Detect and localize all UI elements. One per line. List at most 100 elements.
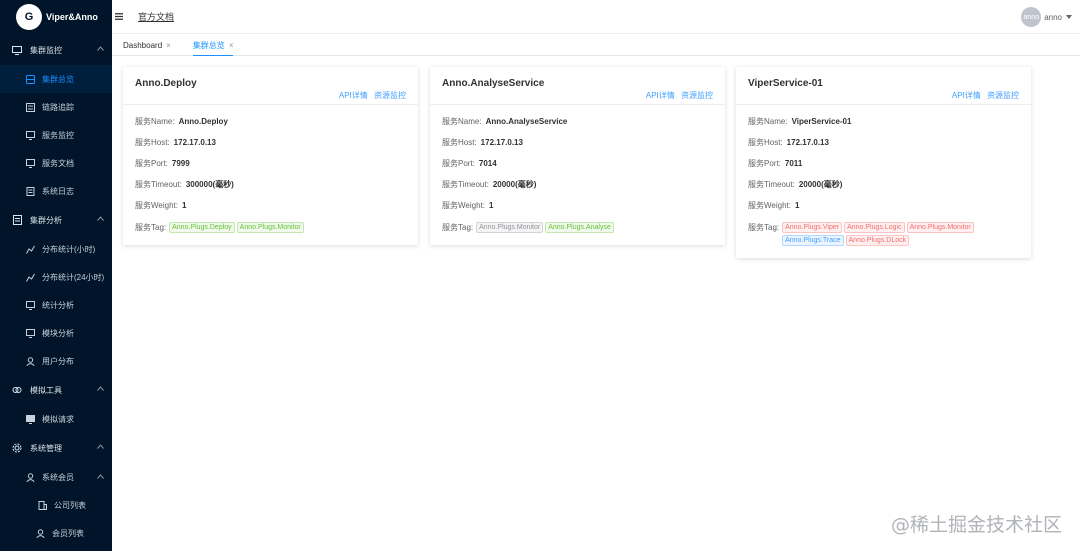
sidebar-item-label: 统计分析 <box>42 300 74 310</box>
service-tag: Anno.Plugs.Logic <box>844 222 905 233</box>
screen-icon <box>26 130 35 140</box>
sidebar-item-label: 模拟请求 <box>42 414 74 424</box>
service-tag: Anno.Plugs.Viper <box>782 222 843 233</box>
screen-icon <box>26 300 35 310</box>
field-row: 服务Host: 172.17.0.13 <box>748 132 1019 153</box>
menu-group-label: 集群监控 <box>30 45 62 55</box>
resource-monitor-link[interactable]: 资源监控 <box>374 91 406 100</box>
sidebar-item-system-log[interactable]: 系统日志 <box>0 177 112 205</box>
service-tag: Anno.Plugs.Monitor <box>236 222 304 233</box>
log-icon <box>26 186 35 196</box>
logo[interactable]: G Viper&Anno <box>0 0 112 34</box>
field-label: 服务Host: <box>442 138 477 147</box>
watermark: @稀土掘金技术社区 <box>890 514 1062 536</box>
field-label: 服务Tag: <box>442 223 474 232</box>
screen-icon <box>26 328 35 338</box>
field-label: 服务Host: <box>135 138 170 147</box>
sidebar-item-dist-24h[interactable]: 分布统计(24小时) <box>0 263 112 291</box>
official-docs-link[interactable]: 官方文档 <box>138 10 174 23</box>
sidebar-item-label: 服务监控 <box>42 130 74 140</box>
brand-name: Viper&Anno <box>46 12 98 22</box>
field-value: 1 <box>488 201 494 210</box>
field-label: 服务Tag: <box>135 223 167 232</box>
field-value: 1 <box>794 201 800 210</box>
sidebar-item-label: 公司列表 <box>54 500 86 510</box>
sidebar-item-member-list[interactable]: 会员列表 <box>0 519 112 547</box>
sidebar-item-user-dist[interactable]: 用户分布 <box>0 347 112 375</box>
field-value: Anno.Deploy <box>178 117 228 126</box>
chevron-up-icon <box>97 46 104 51</box>
chart-icon <box>26 245 35 254</box>
chevron-up-icon <box>97 444 104 449</box>
field-row: 服务Name: ViperService-01 <box>748 111 1019 132</box>
menu-group-label: 系统管理 <box>30 443 62 453</box>
tab-cluster-overview[interactable]: 集群总览 × <box>192 35 234 57</box>
field-label: 服务Weight: <box>135 201 178 210</box>
service-tag: Anno.Plugs.Monitor <box>906 222 974 233</box>
sidebar-item-sim-request[interactable]: 模拟请求 <box>0 405 112 433</box>
user-icon <box>26 472 35 482</box>
sidebar-item-service-doc[interactable]: 服务文档 <box>0 149 112 177</box>
cluster-icon <box>26 74 35 84</box>
sidebar-item-label: 链路追踪 <box>42 102 74 112</box>
sidebar-item-dist-hour[interactable]: 分布统计(小时) <box>0 235 112 263</box>
card-title: Anno.AnalyseService <box>442 78 545 89</box>
screen-icon <box>26 414 35 424</box>
field-row: 服务Host: 172.17.0.13 <box>135 132 406 153</box>
sidebar-item-label: 用户分布 <box>42 356 74 366</box>
field-value: Anno.AnalyseService <box>485 117 568 126</box>
field-value: 1 <box>181 201 187 210</box>
hamburger-icon[interactable] <box>115 13 123 20</box>
card-links: API详情 资源监控 <box>948 90 1019 101</box>
tags-row: 服务Tag: Anno.Plugs.Deploy Anno.Plugs.Moni… <box>135 216 406 233</box>
resource-monitor-link[interactable]: 资源监控 <box>681 91 713 100</box>
service-tag: Anno.Plugs.Deploy <box>169 222 235 233</box>
tab-dashboard[interactable]: Dashboard × <box>123 35 171 56</box>
sidebar-item-trace[interactable]: 链路追踪 <box>0 93 112 121</box>
document-icon <box>12 215 22 225</box>
menu-group-cluster-monitor[interactable]: 集群监控 <box>0 35 112 65</box>
field-row: 服务Weight: 1 <box>442 195 713 216</box>
field-row: 服务Port: 7014 <box>442 153 713 174</box>
menu-group-label: 模拟工具 <box>30 385 62 395</box>
chevron-up-icon <box>97 474 104 479</box>
menu-group-system-admin[interactable]: 系统管理 <box>0 433 112 463</box>
tag-list: Anno.Plugs.Monitor Anno.Plugs.Analyse <box>476 222 614 233</box>
field-value: 20000(毫秒) <box>798 180 843 189</box>
field-value: 20000(毫秒) <box>492 180 537 189</box>
close-icon[interactable]: × <box>229 41 234 50</box>
field-label: 服务Port: <box>442 159 475 168</box>
tags-row: 服务Tag: Anno.Plugs.Monitor Anno.Plugs.Ana… <box>442 216 713 233</box>
field-value: 300000(毫秒) <box>185 180 234 189</box>
user-menu[interactable]: anno anno <box>1021 7 1072 27</box>
sidebar-item-stat-analysis[interactable]: 统计分析 <box>0 291 112 319</box>
field-label: 服务Port: <box>135 159 168 168</box>
user-name: anno <box>1044 12 1062 22</box>
sidebar-item-company-list[interactable]: 公司列表 <box>0 491 112 519</box>
field-value: 7014 <box>478 159 497 168</box>
menu-group-sim-tools[interactable]: 模拟工具 <box>0 375 112 405</box>
sidebar-item-label: 会员列表 <box>52 528 84 538</box>
tab-label: Dashboard <box>123 40 163 50</box>
sidebar-item-label: 系统日志 <box>42 186 74 196</box>
sidebar-item-system-members[interactable]: 系统会员 <box>0 463 112 491</box>
api-detail-link[interactable]: API详情 <box>339 91 368 100</box>
menu-group-cluster-analysis[interactable]: 集群分析 <box>0 205 112 235</box>
main-content: Anno.Deploy API详情 资源监控 服务Name: Anno.Deplo… <box>112 56 1080 551</box>
api-detail-link[interactable]: API详情 <box>952 91 981 100</box>
tool-icon <box>12 385 22 395</box>
sidebar-item-module-analysis[interactable]: 模块分析 <box>0 319 112 347</box>
field-label: 服务Weight: <box>442 201 485 210</box>
service-tag: Anno.Plugs.DLock <box>845 235 910 246</box>
close-icon[interactable]: × <box>166 41 171 50</box>
monitor-icon <box>12 45 22 55</box>
sidebar-item-service-monitor[interactable]: 服务监控 <box>0 121 112 149</box>
resource-monitor-link[interactable]: 资源监控 <box>987 91 1019 100</box>
doc-icon <box>26 158 35 168</box>
api-detail-link[interactable]: API详情 <box>646 91 675 100</box>
card-body: 服务Name: Anno.Deploy 服务Host: 172.17.0.13 服务… <box>123 105 418 245</box>
field-row: 服务Weight: 1 <box>748 195 1019 216</box>
card-header: Anno.Deploy API详情 资源监控 <box>123 67 418 105</box>
field-value: 7999 <box>171 159 190 168</box>
sidebar-item-cluster-overview[interactable]: 集群总览 <box>0 65 112 93</box>
